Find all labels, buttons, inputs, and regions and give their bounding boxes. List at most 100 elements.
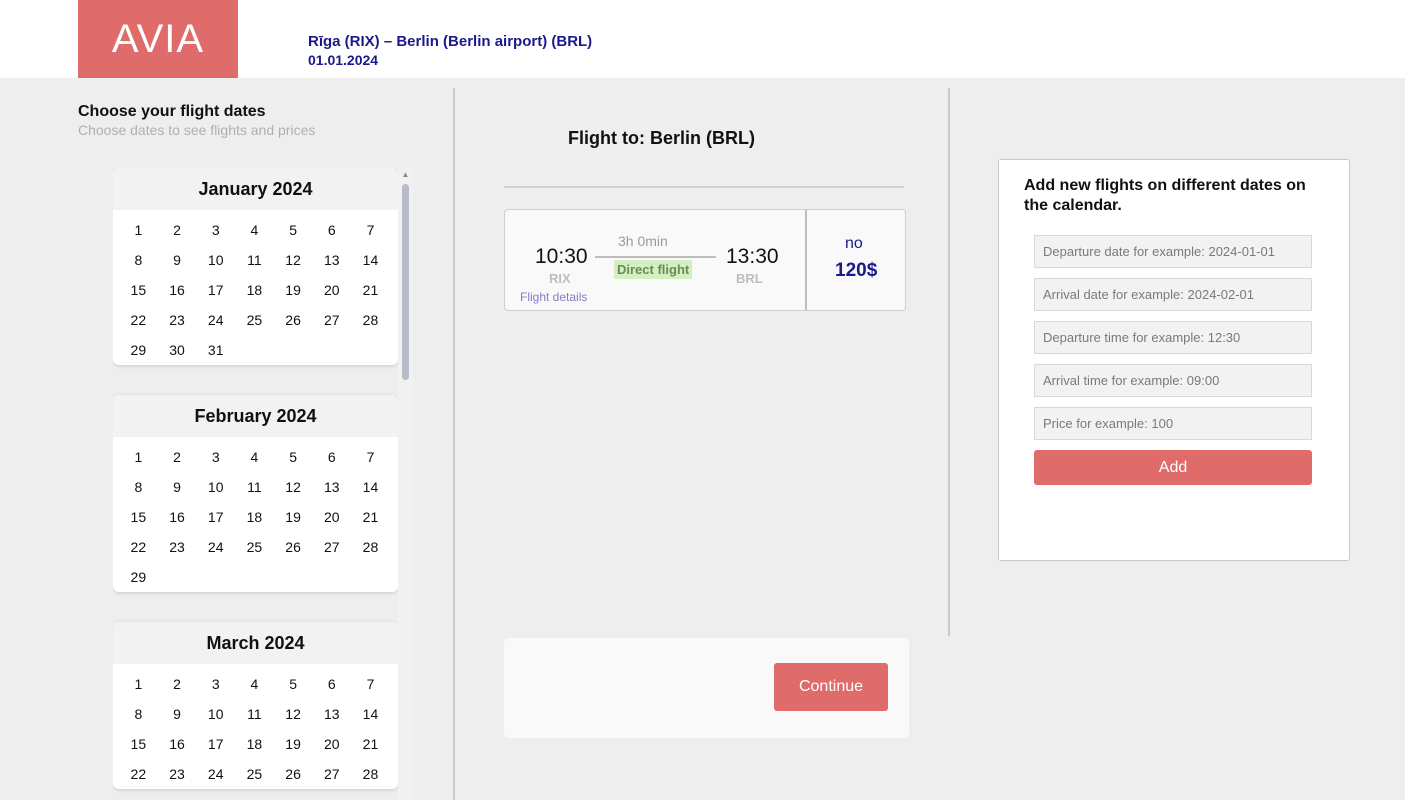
- departure-time-field[interactable]: [1034, 321, 1312, 354]
- calendar-day[interactable]: 17: [196, 729, 235, 759]
- calendar-day[interactable]: 3: [196, 215, 235, 245]
- calendar-day[interactable]: 11: [235, 472, 274, 502]
- calendar-day[interactable]: 18: [235, 729, 274, 759]
- calendar-day[interactable]: 11: [235, 699, 274, 729]
- calendar-day[interactable]: 29: [119, 562, 158, 592]
- calendar-day[interactable]: 6: [312, 442, 351, 472]
- calendar-day[interactable]: 14: [351, 245, 390, 275]
- calendar-day[interactable]: 23: [158, 759, 197, 789]
- calendar-day[interactable]: 18: [235, 275, 274, 305]
- calendar-day[interactable]: 23: [158, 532, 197, 562]
- calendar-day[interactable]: 25: [235, 759, 274, 789]
- calendar-day[interactable]: 12: [274, 699, 313, 729]
- calendar-day[interactable]: 28: [351, 305, 390, 335]
- calendar-day[interactable]: 16: [158, 502, 197, 532]
- flight-details-link[interactable]: Flight details: [520, 290, 587, 304]
- calendar-day[interactable]: 20: [312, 729, 351, 759]
- calendar-day[interactable]: 26: [274, 305, 313, 335]
- calendar-day[interactable]: 8: [119, 245, 158, 275]
- calendar-day[interactable]: 27: [312, 532, 351, 562]
- calendar-day[interactable]: 12: [274, 245, 313, 275]
- calendar-day[interactable]: 7: [351, 442, 390, 472]
- calendar-day[interactable]: 27: [312, 305, 351, 335]
- flight-card[interactable]: 10:30 RIX 3h 0min Direct flight 13:30 BR…: [504, 209, 906, 311]
- calendar-day[interactable]: 2: [158, 442, 197, 472]
- calendar-day[interactable]: 8: [119, 699, 158, 729]
- calendar-day[interactable]: 14: [351, 699, 390, 729]
- departure-date-field[interactable]: [1034, 235, 1312, 268]
- calendar-day[interactable]: 9: [158, 699, 197, 729]
- calendar-day[interactable]: 11: [235, 245, 274, 275]
- calendar-day[interactable]: 30: [158, 335, 197, 365]
- calendar-day[interactable]: 16: [158, 275, 197, 305]
- calendar-day[interactable]: 2: [158, 215, 197, 245]
- scroll-up-arrow-icon[interactable]: ▲: [398, 168, 413, 182]
- calendar-day[interactable]: 4: [235, 442, 274, 472]
- calendar-day[interactable]: 6: [312, 669, 351, 699]
- calendar-day[interactable]: 2: [158, 669, 197, 699]
- calendar-day[interactable]: 16: [158, 729, 197, 759]
- calendar-day[interactable]: 22: [119, 759, 158, 789]
- calendar-day[interactable]: 10: [196, 472, 235, 502]
- continue-button[interactable]: Continue: [774, 663, 888, 711]
- calendar-day[interactable]: 10: [196, 699, 235, 729]
- calendar-day[interactable]: 4: [235, 215, 274, 245]
- calendar-day[interactable]: 3: [196, 442, 235, 472]
- calendar-day[interactable]: 1: [119, 215, 158, 245]
- calendar-day[interactable]: 22: [119, 532, 158, 562]
- calendar-day[interactable]: 15: [119, 502, 158, 532]
- arrival-time-field[interactable]: [1034, 364, 1312, 397]
- calendar-day[interactable]: 20: [312, 502, 351, 532]
- calendar-day[interactable]: 9: [158, 245, 197, 275]
- calendar-day[interactable]: 5: [274, 442, 313, 472]
- calendar-day[interactable]: 1: [119, 669, 158, 699]
- calendar-day[interactable]: 4: [235, 669, 274, 699]
- calendar-day[interactable]: 24: [196, 532, 235, 562]
- calendar-day[interactable]: 7: [351, 215, 390, 245]
- calendar-day[interactable]: 28: [351, 532, 390, 562]
- calendar-day[interactable]: 29: [119, 335, 158, 365]
- calendar-list[interactable]: January 2024 1 2 3 4 5 6 7 8 9 10 11 12 13 14 15 16 17 18…: [113, 168, 413, 800]
- calendar-day[interactable]: 25: [235, 532, 274, 562]
- calendar-day[interactable]: 8: [119, 472, 158, 502]
- calendar-day[interactable]: 13: [312, 245, 351, 275]
- calendar-day[interactable]: 5: [274, 669, 313, 699]
- calendar-day[interactable]: 26: [274, 532, 313, 562]
- calendar-day[interactable]: 24: [196, 305, 235, 335]
- calendar-day[interactable]: 25: [235, 305, 274, 335]
- scroll-thumb[interactable]: [402, 184, 409, 380]
- calendar-day[interactable]: 19: [274, 729, 313, 759]
- calendar-day[interactable]: 14: [351, 472, 390, 502]
- calendar-day[interactable]: 10: [196, 245, 235, 275]
- calendar-day[interactable]: 12: [274, 472, 313, 502]
- calendar-day[interactable]: 27: [312, 759, 351, 789]
- calendar-day[interactable]: 17: [196, 502, 235, 532]
- calendar-day[interactable]: 21: [351, 729, 390, 759]
- calendar-day[interactable]: 24: [196, 759, 235, 789]
- calendar-day[interactable]: 13: [312, 699, 351, 729]
- calendar-day[interactable]: 22: [119, 305, 158, 335]
- calendar-day[interactable]: 5: [274, 215, 313, 245]
- calendar-scrollbar[interactable]: ▲: [398, 168, 413, 800]
- calendar-day[interactable]: 28: [351, 759, 390, 789]
- calendar-day[interactable]: 20: [312, 275, 351, 305]
- calendar-day[interactable]: 17: [196, 275, 235, 305]
- calendar-day[interactable]: 31: [196, 335, 235, 365]
- calendar-day[interactable]: 15: [119, 275, 158, 305]
- calendar-day[interactable]: 6: [312, 215, 351, 245]
- calendar-day[interactable]: 23: [158, 305, 197, 335]
- calendar-day[interactable]: 1: [119, 442, 158, 472]
- price-field[interactable]: [1034, 407, 1312, 440]
- add-flight-button[interactable]: Add: [1034, 450, 1312, 485]
- calendar-day[interactable]: 19: [274, 275, 313, 305]
- calendar-day[interactable]: 19: [274, 502, 313, 532]
- calendar-day[interactable]: 18: [235, 502, 274, 532]
- calendar-day[interactable]: 15: [119, 729, 158, 759]
- calendar-day[interactable]: 3: [196, 669, 235, 699]
- calendar-day[interactable]: 21: [351, 275, 390, 305]
- calendar-day[interactable]: 9: [158, 472, 197, 502]
- calendar-day[interactable]: 13: [312, 472, 351, 502]
- calendar-day[interactable]: 7: [351, 669, 390, 699]
- arrival-date-field[interactable]: [1034, 278, 1312, 311]
- logo[interactable]: AVIA: [78, 0, 238, 78]
